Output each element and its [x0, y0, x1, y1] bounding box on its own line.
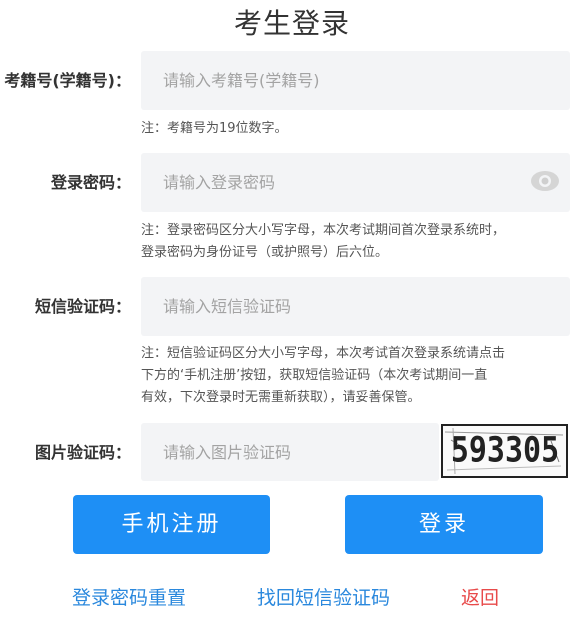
sms-code-note-line: 下方的‘手机注册’按钮，获取短信验证码（本次考试期间一直 — [141, 368, 488, 383]
sms-code-label: 短信验证码： — [34, 297, 131, 316]
sms-code-field-wrapper — [141, 277, 570, 336]
sms-code-input[interactable] — [141, 277, 570, 336]
exam-id-label: 考籍号(学籍号)： — [4, 71, 131, 90]
page-title: 考生登录 — [233, 7, 350, 40]
captcha-image[interactable]: 593305 — [441, 424, 568, 478]
sms-code-note: 注：短信验证码区分大小写字母，本次考试首次登录系统请点击 下方的‘手机注册’按钮… — [141, 343, 571, 409]
exam-id-input[interactable] — [141, 51, 570, 110]
exam-id-field-wrapper — [141, 51, 570, 110]
recover-sms-code-link[interactable]: 找回短信验证码 — [257, 583, 390, 610]
reset-password-link[interactable]: 登录密码重置 — [72, 583, 186, 610]
password-note-line: 登录密码为身份证号（或护照号）后六位。 — [141, 245, 389, 260]
image-code-input[interactable] — [141, 423, 439, 481]
password-note: 注：登录密码区分大小写字母，本次考试期间首次登录系统时， 登录密码为身份证号（或… — [141, 220, 571, 264]
captcha-text: 593305 — [451, 430, 559, 471]
exam-id-note: 注：考籍号为19位数字。 — [141, 121, 288, 136]
back-link[interactable]: 返回 — [461, 583, 499, 610]
password-field-wrapper — [141, 153, 570, 212]
captcha-graphic: 593305 — [443, 426, 566, 476]
password-label: 登录密码： — [50, 173, 131, 192]
password-note-line: 注：登录密码区分大小写字母，本次考试期间首次登录系统时， — [141, 223, 506, 238]
eye-icon[interactable] — [530, 168, 560, 194]
image-code-field-wrapper — [141, 423, 439, 481]
password-input[interactable] — [141, 153, 570, 212]
sms-code-note-line: 有效，下次登录时无需重新获取），请妥善保管。 — [141, 390, 421, 405]
sms-code-note-line: 注：短信验证码区分大小写字母，本次考试首次登录系统请点击 — [141, 346, 506, 361]
phone-register-button[interactable]: 手机注册 — [73, 495, 270, 554]
image-code-label: 图片验证码： — [34, 443, 131, 462]
login-button[interactable]: 登录 — [345, 495, 543, 554]
